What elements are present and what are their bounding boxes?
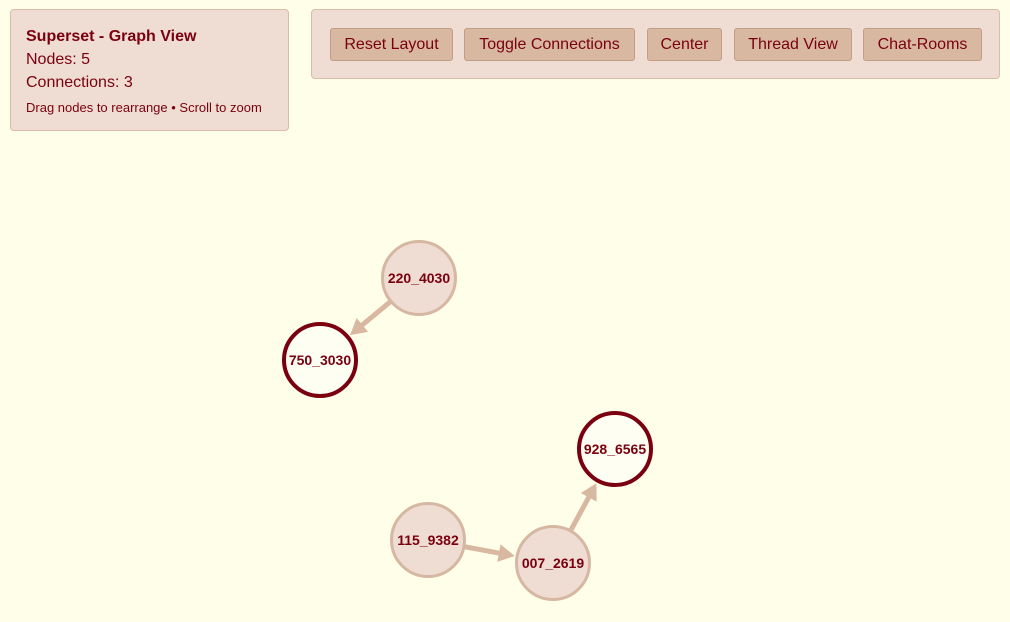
edge-arrowhead xyxy=(497,544,515,562)
node-928_6565[interactable]: 928_6565 xyxy=(577,411,653,487)
edge-220_4030-750_3030 xyxy=(359,299,393,329)
node-label: 220_4030 xyxy=(388,270,451,286)
node-label: 750_3030 xyxy=(289,352,352,368)
edges-layer xyxy=(350,299,597,562)
node-label: 115_9382 xyxy=(397,532,459,548)
edge-007_2619-928_6565 xyxy=(568,494,592,532)
edge-115_9382-007_2619 xyxy=(463,544,502,556)
graph-canvas[interactable]: 220_4030 750_3030 928_6565 115_9382 007_2619 xyxy=(0,0,1010,622)
node-label: 007_2619 xyxy=(522,555,585,571)
node-115_9382[interactable]: 115_9382 xyxy=(390,502,466,578)
node-750_3030[interactable]: 750_3030 xyxy=(282,322,358,398)
node-007_2619[interactable]: 007_2619 xyxy=(515,525,591,601)
node-label: 928_6565 xyxy=(584,441,647,457)
node-220_4030[interactable]: 220_4030 xyxy=(381,240,457,316)
